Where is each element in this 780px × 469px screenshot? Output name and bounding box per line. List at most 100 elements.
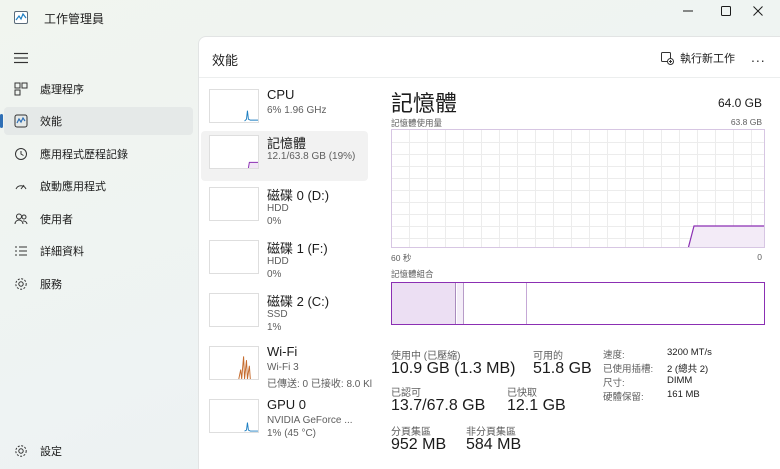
paged-pool-value: 952 MB <box>391 436 447 453</box>
title-bar: 工作管理員 <box>0 0 780 36</box>
more-options-button[interactable]: ... <box>751 49 766 65</box>
device-stat: HDD <box>267 256 289 267</box>
run-new-task-label: 執行新工作 <box>680 53 735 65</box>
main-content: 效能 執行新工作 ... CPU 6% 1.96 GHz 記憶體 12.1/63… <box>198 36 780 469</box>
form-factor-value: DIMM <box>667 375 693 386</box>
services-icon <box>15 278 27 290</box>
time-axis-end: 0 <box>757 252 762 262</box>
hamburger-menu-icon[interactable] <box>14 52 28 64</box>
wifi-thumbnail-graph <box>209 346 259 380</box>
nonpaged-pool-value: 584 MB <box>466 436 522 453</box>
nav-item-services[interactable]: 服務 <box>4 270 193 298</box>
run-new-task-icon <box>661 51 674 65</box>
details-icon <box>15 246 27 256</box>
device-disk-1[interactable]: 磁碟 1 (F:) HDD 0% <box>201 236 368 286</box>
close-button[interactable] <box>736 0 780 22</box>
device-stat: Wi-Fi 3 <box>267 362 299 373</box>
nav-item-processes[interactable]: 處理程序 <box>4 75 193 103</box>
memory-thumbnail-graph <box>209 135 259 169</box>
device-disk-0[interactable]: 磁碟 0 (D:) HDD 0% <box>201 183 368 233</box>
device-name: GPU 0 <box>267 397 307 412</box>
memory-title: 記憶體 <box>391 91 458 116</box>
disk-2-thumbnail-graph <box>209 293 259 327</box>
disk-1-thumbnail-graph <box>209 240 259 274</box>
device-stat: 12.1/63.8 GB (19%) <box>267 151 356 162</box>
device-gpu-0[interactable]: GPU 0 NVIDIA GeForce ... 1% (45 °C) <box>201 395 368 445</box>
available-value: 51.8 GB <box>533 360 592 377</box>
device-cpu[interactable]: CPU 6% 1.96 GHz <box>201 85 368 135</box>
memory-usage-label: 記憶體使用量 <box>391 118 443 128</box>
disk-0-thumbnail-graph <box>209 187 259 221</box>
in-use-value: 10.9 GB (1.3 MB) <box>391 360 516 377</box>
hardware-reserved-label: 硬體保留: <box>603 392 644 403</box>
composition-in-use <box>392 283 456 324</box>
task-manager-icon <box>14 11 28 24</box>
composition-modified <box>457 283 464 324</box>
device-name: 磁碟 0 (D:) <box>267 188 330 203</box>
device-stat: NVIDIA GeForce ... <box>267 415 353 426</box>
nav-item-label: 服務 <box>40 279 62 291</box>
device-name: 記憶體 <box>267 136 307 151</box>
page-title: 效能 <box>212 53 239 68</box>
minimize-icon <box>683 10 693 12</box>
nav-item-label: 詳細資料 <box>40 246 84 258</box>
nav-item-users[interactable]: 使用者 <box>4 205 193 233</box>
memory-usage-max: 63.8 GB <box>730 117 762 127</box>
nav-item-label: 啟動應用程式 <box>40 181 106 193</box>
committed-value: 13.7/67.8 GB <box>391 397 486 414</box>
nav-item-label: 應用程式歷程記錄 <box>40 149 128 161</box>
gpu-thumbnail-graph <box>209 399 259 433</box>
active-indicator <box>0 114 3 128</box>
nav-item-app-history[interactable]: 應用程式歷程記錄 <box>4 140 193 168</box>
hardware-reserved-value: 161 MB <box>667 389 700 400</box>
device-disk-2[interactable]: 磁碟 2 (C:) SSD 1% <box>201 289 368 339</box>
nav-item-label: 處理程序 <box>40 84 84 96</box>
device-stat: 1% (45 °C) <box>267 428 317 439</box>
composition-free <box>528 283 764 324</box>
close-icon <box>753 6 763 16</box>
performance-icon <box>14 114 28 128</box>
settings-gear-icon <box>15 445 27 457</box>
device-stat: SSD <box>267 309 288 320</box>
slots-used-value: 2 (總共 2) <box>667 364 709 375</box>
nav-item-details[interactable]: 詳細資料 <box>4 237 193 265</box>
device-name: 磁碟 2 (C:) <box>267 294 330 309</box>
speed-value: 3200 MT/s <box>667 347 712 358</box>
app-history-icon <box>15 148 27 160</box>
navigation-pane: 處理程序 效能 應用程式歷程記錄 啟動應用程式 使用者 詳細資料 服務 設定 <box>0 36 198 469</box>
memory-total: 64.0 GB <box>717 96 762 110</box>
settings-label: 設定 <box>40 446 62 458</box>
maximize-icon <box>721 6 731 16</box>
composition-standby <box>465 283 527 324</box>
device-name: 磁碟 1 (F:) <box>267 241 328 256</box>
device-stat: HDD <box>267 203 289 214</box>
device-name: CPU <box>267 87 295 102</box>
window-title: 工作管理員 <box>44 12 105 26</box>
memory-composition-bar <box>391 282 765 325</box>
cpu-thumbnail-graph <box>209 89 259 123</box>
device-stat: 1% <box>267 322 282 333</box>
nav-item-label: 使用者 <box>40 214 73 226</box>
device-stat: 已傳送: 0 已接收: 8.0 Kl <box>267 379 373 390</box>
speed-label: 速度: <box>603 350 625 361</box>
nav-item-startup-apps[interactable]: 啟動應用程式 <box>4 172 193 200</box>
memory-composition-label: 記憶體組合 <box>391 269 434 279</box>
startup-apps-icon <box>15 184 27 190</box>
device-stat: 6% 1.96 GHz <box>267 105 327 116</box>
device-name: Wi-Fi <box>267 344 298 359</box>
processes-icon <box>14 82 28 96</box>
memory-usage-graph <box>391 129 765 248</box>
device-stat: 0% <box>267 269 282 280</box>
device-wifi[interactable]: Wi-Fi Wi-Fi 3 已傳送: 0 已接收: 8.0 Kl <box>201 342 372 392</box>
device-stat: 0% <box>267 216 282 227</box>
device-memory[interactable]: 記憶體 12.1/63.8 GB (19%) <box>201 131 368 181</box>
form-factor-label: 尺寸: <box>603 378 625 389</box>
users-icon <box>14 213 28 225</box>
memory-usage-line <box>687 225 764 247</box>
nav-item-settings[interactable]: 設定 <box>4 437 193 465</box>
time-axis-start: 60 秒 <box>391 253 412 263</box>
nav-item-label: 效能 <box>40 116 62 128</box>
nav-item-performance[interactable]: 效能 <box>0 107 193 135</box>
run-new-task-button[interactable]: 執行新工作 <box>661 50 735 66</box>
header-divider <box>199 77 780 78</box>
